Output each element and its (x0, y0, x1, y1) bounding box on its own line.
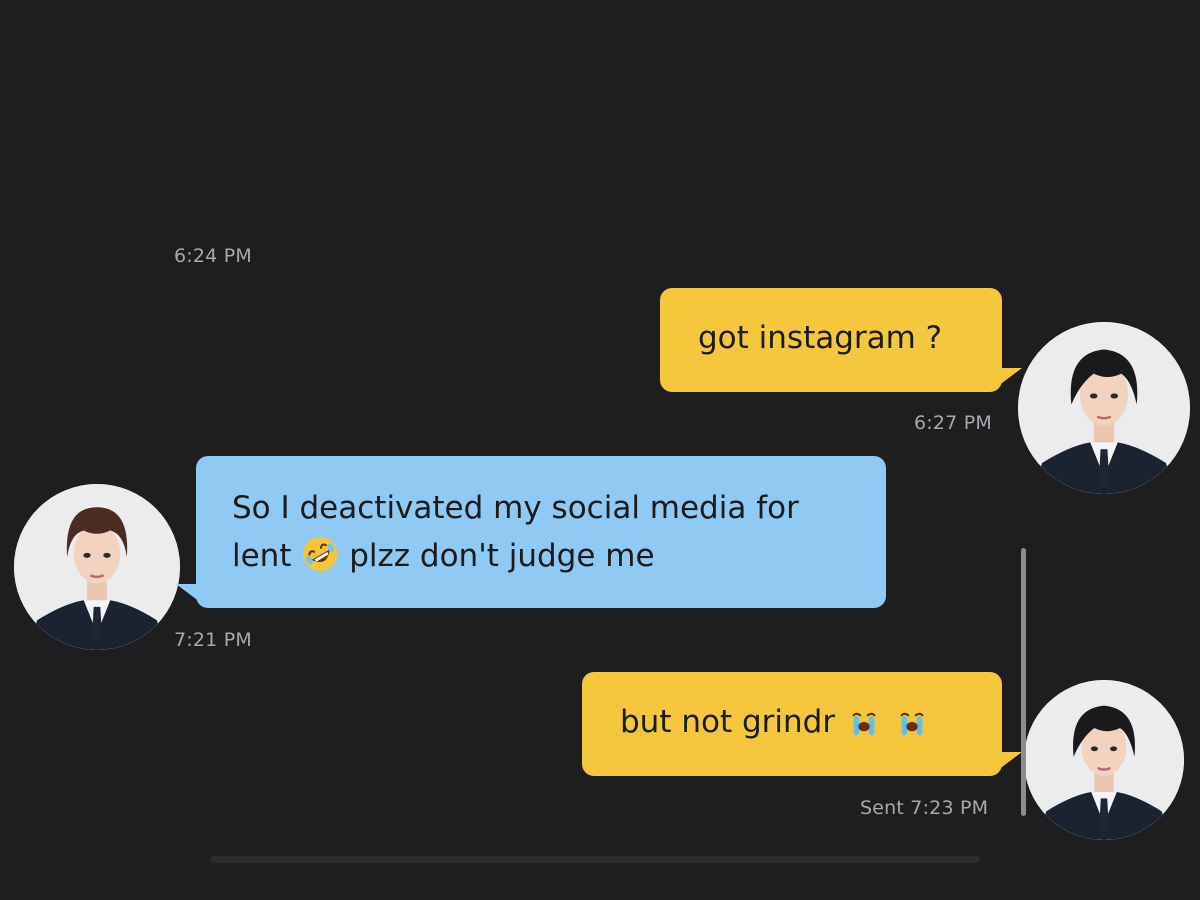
message-text: So I deactivated my social media for (232, 490, 799, 526)
incoming-message-bubble[interactable]: So I deactivated my social media for len… (196, 456, 886, 608)
message-text: got instagram ? (698, 320, 943, 356)
message-timestamp: 6:27 PM (914, 412, 992, 434)
rolling-on-floor-laughing-emoji-icon (301, 535, 339, 573)
timestamp-header: 6:24 PM (174, 245, 252, 267)
bubble-tail (990, 368, 1022, 392)
profile-photo-icon (1018, 322, 1190, 494)
bubble-tail (990, 752, 1022, 776)
scrollbar-thumb[interactable] (1021, 548, 1026, 816)
message-text-line: but not grindr (620, 698, 1002, 746)
composer-divider (210, 856, 980, 863)
message-status-timestamp: Sent 7:23 PM (860, 797, 989, 819)
avatar-contact[interactable] (14, 484, 180, 650)
avatar-self[interactable] (1024, 680, 1184, 840)
message-text: lent (232, 538, 292, 574)
profile-photo-icon (1024, 680, 1184, 840)
message-text-line2: lent plzz don't judge me (232, 532, 886, 580)
outgoing-message-bubble[interactable]: got instagram ? (660, 288, 1002, 392)
message-text: plzz don't judge me (349, 538, 655, 574)
message-text: but not grindr (620, 704, 836, 740)
loudly-crying-face-emoji-icon (845, 701, 883, 739)
avatar-self[interactable] (1018, 322, 1190, 494)
message-timestamp: 7:21 PM (174, 629, 252, 651)
loudly-crying-face-emoji-icon (893, 701, 931, 739)
outgoing-message-bubble[interactable]: but not grindr (582, 672, 1002, 776)
profile-photo-icon (14, 484, 180, 650)
